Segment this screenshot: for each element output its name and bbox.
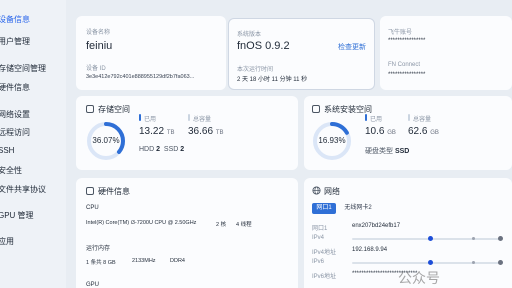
disk-type: 硬盘类型 SSD [365,146,409,156]
storage-title: 存储空间 [98,105,130,114]
gpu-label: GPU [86,282,100,288]
system-version-label: 系统版本 [237,32,262,38]
storage-percent: 36.07% [92,136,120,145]
system-space-total-marker [408,114,410,121]
sidebar-item-gpu[interactable]: GPU 管理 [0,210,34,221]
disk-type-value: SSD [394,148,410,155]
memory-frequency: 2133MHz [132,258,156,264]
sidebar-item-ssh[interactable]: SSH [0,146,14,155]
memory-type: DDR4 [170,258,185,264]
system-space-icon [312,105,320,113]
device-id-label: 设备 ID [86,66,106,72]
check-update-link[interactable]: 检查更新 [338,42,366,52]
hardware-card: 硬件信息 CPU Intel(R) Core(TM) i3-7200U CPU … [76,178,298,288]
cpu-model: Intel(R) Core(TM) i3-7200U CPU @ 2.50GHz [86,220,197,226]
sidebar-item-network-settings[interactable]: 网络设置 [0,109,30,120]
system-space-used-label: 已用 [370,117,383,123]
ssd-label: SSD [163,146,179,153]
ssd-count: 2 [180,146,185,153]
sidebar-item-file-sharing[interactable]: 文件共享协议 [0,184,46,195]
system-card: 系统版本 fnOS 0.9.2 检查更新 本次运行时间 2 天 18 小时 11… [228,18,375,90]
fn-connect-value: **************** [388,72,426,78]
net-row-port-value: enx207bd24efb17 [352,223,401,229]
feiniu-account-value: **************** [388,38,426,44]
sidebar-item-hardware-info[interactable]: 硬件信息 [0,82,30,93]
system-space-used-marker [365,114,367,121]
fn-connect-label: FN Connect [388,62,421,68]
ipv4-track [352,238,502,240]
net-row-port-label: 网口1 [312,226,328,232]
ipv6-knob[interactable] [428,260,433,265]
sidebar-item-remote-access[interactable]: 远程访问 [0,127,30,138]
feiniu-account-label: 飞牛账号 [388,30,413,36]
system-space-percent: 16.93% [318,136,346,145]
disk-type-label: 硬盘类型 [365,148,393,155]
cpu-cores: 2 核 [216,222,227,228]
system-space-total-label: 总容量 [413,117,432,123]
storage-total-number: 36.66 [188,126,214,137]
storage-icon [86,105,94,113]
ipv4-mode-selector[interactable] [304,236,512,242]
hardware-icon [86,187,94,195]
uptime: 2 天 18 小时 11 分钟 11 秒 [237,77,308,83]
storage-total-unit: TB [215,130,224,136]
storage-card: 存储空间 36.07% 已用 13.22 TB 总容量 36.66 TB HDD… [76,96,298,170]
device-id: 3e3e412e792c401e888955129df2b7fa063... [86,74,195,80]
storage-total-label: 总容量 [193,117,212,123]
sidebar: 设备信息 用户管理 存储空间管理 硬件信息 网络设置 远程访问 SSH 安全性 … [0,0,66,288]
cpu-label: CPU [86,205,99,211]
storage-used-unit: TB [166,130,175,136]
ipv6-mode-selector[interactable] [304,260,512,266]
device-name: feiniu [86,40,113,52]
system-space-total-unit: GB [430,130,439,136]
storage-used-value: 13.22 TB [139,126,174,137]
storage-disks: HDD 2 SSD 2 [139,146,184,153]
hardware-title: 硬件信息 [98,187,130,196]
storage-used-marker [139,114,141,121]
system-space-card: 系统安装空间 16.93% 已用 10.6 GB 总容量 62.6 GB 硬盘类… [304,96,512,170]
ipv6-track [352,262,502,264]
storage-total-marker [188,114,190,121]
device-card: 设备名称 feiniu 设备 ID 3e3e412e792c401e888955… [76,16,226,90]
sidebar-item-apps[interactable]: 应用 [0,236,14,247]
account-card: 飞牛账号 **************** FN Connect *******… [380,16,512,90]
tab-wireless2[interactable]: 无线网卡2 [340,203,376,214]
uptime-label: 本次运行时间 [237,67,274,73]
ipv4-dot [472,237,475,240]
storage-total-value: 36.66 TB [188,126,223,137]
hdd-label: HDD [139,146,155,153]
sidebar-item-device-info[interactable]: 设备信息 [0,14,30,25]
ipv4-knob-end[interactable] [498,236,503,241]
cpu-threads: 4 线程 [236,222,252,228]
ipv6-dot [472,261,475,264]
net-row-ipv4-address-value: 192.168.9.94 [352,247,388,253]
sidebar-item-security[interactable]: 安全性 [0,165,22,176]
net-row-ipv4-address-label: IPv4地址 [312,250,337,256]
system-version: fnOS 0.9.2 [237,40,290,52]
network-title: 网络 [324,187,340,196]
storage-used-label: 已用 [144,117,157,123]
system-space-used-value: 10.6 GB [365,126,396,137]
hdd-count: 2 [156,146,161,153]
watermark: 公众号 [398,270,440,286]
device-name-label: 设备名称 [86,30,111,36]
system-space-used-number: 10.6 [365,126,385,137]
net-row-ipv6-address-label: IPv6地址 [312,274,337,280]
storage-used-number: 13.22 [139,126,165,137]
ipv6-knob-end[interactable] [498,260,503,265]
system-space-total-value: 62.6 GB [408,126,439,137]
memory-size: 1 条共 8 GB [86,260,116,266]
sidebar-item-user-management[interactable]: 用户管理 [0,36,30,47]
system-space-total-number: 62.6 [408,126,428,137]
tab-port1[interactable]: 网口1 [312,203,336,214]
memory-label: 运行内存 [86,246,111,252]
system-space-used-unit: GB [387,130,396,136]
globe-icon [312,186,321,195]
ipv4-knob[interactable] [428,236,433,241]
sidebar-item-storage-management[interactable]: 存储空间管理 [0,63,46,74]
